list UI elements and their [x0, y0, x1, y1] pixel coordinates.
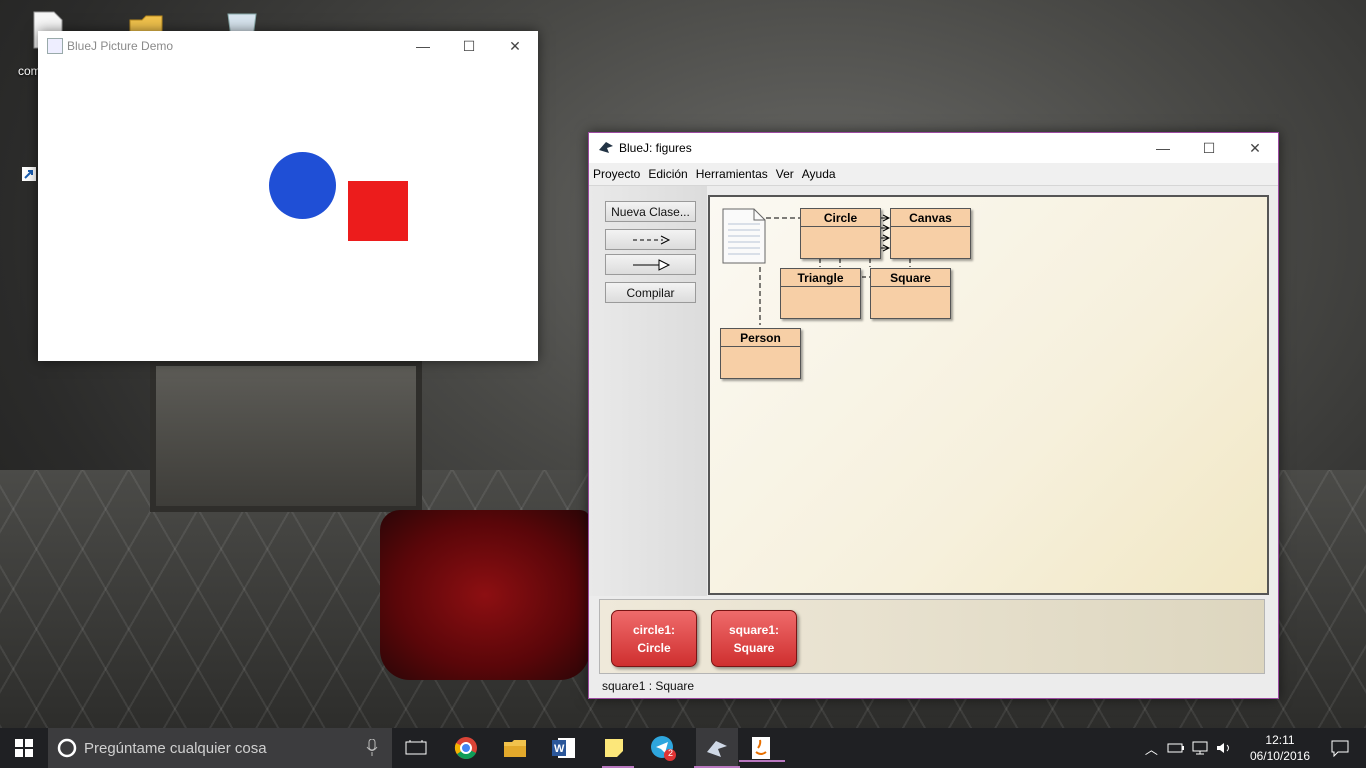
inheritance-arrow-button[interactable]: [605, 254, 696, 275]
java-app-icon: [47, 38, 63, 54]
word-icon[interactable]: W: [548, 734, 580, 762]
close-button[interactable]: ✕: [1232, 133, 1278, 163]
cortana-icon: [57, 738, 77, 758]
menu-edicion[interactable]: Edición: [648, 167, 687, 181]
bluej-bird-icon: [598, 140, 614, 154]
class-person[interactable]: Person: [720, 328, 801, 379]
active-indicator: [739, 760, 785, 762]
object-bench: circle1: Circle square1: Square: [599, 599, 1265, 674]
class-triangle[interactable]: Triangle: [780, 268, 861, 319]
class-name: Canvas: [891, 209, 970, 227]
wallpaper-red-couch: [380, 510, 590, 680]
window-title: BlueJ Picture Demo: [67, 39, 174, 53]
task-view-icon[interactable]: [400, 734, 432, 762]
microphone-icon[interactable]: [366, 739, 378, 757]
shortcut-icon[interactable]: [22, 166, 36, 181]
readme-document-icon[interactable]: [722, 208, 766, 264]
chevron-up-icon[interactable]: ︿: [1145, 739, 1158, 758]
object-type: Square: [733, 640, 775, 655]
object-circle1[interactable]: circle1: Circle: [611, 610, 697, 667]
red-square-shape: [348, 181, 408, 241]
close-button[interactable]: ✕: [492, 31, 538, 61]
minimize-button[interactable]: —: [400, 31, 446, 61]
compile-button[interactable]: Compilar: [605, 282, 696, 303]
file-explorer-icon[interactable]: [499, 734, 531, 762]
menu-ver[interactable]: Ver: [776, 167, 794, 181]
bluej-taskbar-icon[interactable]: [694, 728, 740, 768]
class-name: Square: [871, 269, 950, 287]
volume-icon[interactable]: [1215, 741, 1233, 755]
class-square[interactable]: Square: [870, 268, 951, 319]
class-diagram-canvas[interactable]: Circle Canvas Triangle Square Person: [708, 195, 1269, 595]
class-canvas[interactable]: Canvas: [890, 208, 971, 259]
tool-panel: Nueva Clase... Compilar: [589, 186, 707, 647]
picture-demo-titlebar[interactable]: BlueJ Picture Demo — ☐ ✕: [38, 31, 538, 61]
network-icon[interactable]: [1191, 741, 1209, 755]
inheritance-arrow-icon: [632, 258, 670, 271]
menu-proyecto[interactable]: Proyecto: [593, 167, 640, 181]
class-name: Triangle: [781, 269, 860, 287]
notification-badge: 2: [668, 748, 674, 758]
svg-text:W: W: [554, 743, 565, 755]
class-name: Person: [721, 329, 800, 347]
telegram-icon[interactable]: 2: [647, 734, 679, 762]
object-name: square1:: [728, 622, 780, 637]
class-circle[interactable]: Circle: [800, 208, 881, 259]
sticky-notes-icon[interactable]: [598, 734, 630, 762]
class-name: Circle: [801, 209, 880, 227]
minimize-button[interactable]: —: [1140, 133, 1186, 163]
maximize-button[interactable]: ☐: [446, 31, 492, 61]
bluej-main-window: BlueJ: figures — ☐ ✕ Proyecto Edición He…: [588, 132, 1279, 699]
menu-bar: Proyecto Edición Herramientas Ver Ayuda: [589, 163, 1278, 186]
date: 06/10/2016: [1249, 749, 1310, 763]
new-class-button[interactable]: Nueva Clase...: [605, 201, 696, 222]
battery-icon[interactable]: [1167, 741, 1185, 755]
object-name: circle1:: [632, 622, 676, 637]
chrome-icon[interactable]: [450, 734, 482, 762]
wallpaper-door: [150, 360, 422, 512]
taskbar: Pregúntame cualquier cosa W 2 ︿ 12:11 06…: [0, 728, 1366, 768]
java-icon[interactable]: [739, 734, 785, 762]
windows-logo-icon: [15, 739, 33, 757]
dashed-arrow-icon: [632, 235, 670, 244]
maximize-button[interactable]: ☐: [1186, 133, 1232, 163]
menu-ayuda[interactable]: Ayuda: [802, 167, 836, 181]
window-title: BlueJ: figures: [619, 141, 692, 155]
blue-circle-shape: [269, 152, 336, 219]
system-tray: ︿ 12:11 06/10/2016: [1139, 728, 1366, 768]
status-bar: square1 : Square: [602, 679, 695, 693]
time: 12:11: [1265, 733, 1295, 747]
search-box[interactable]: Pregúntame cualquier cosa: [48, 728, 392, 768]
object-type: Circle: [637, 640, 671, 655]
bluej-titlebar[interactable]: BlueJ: figures — ☐ ✕: [589, 133, 1278, 163]
start-button[interactable]: [0, 728, 48, 768]
action-center-icon[interactable]: [1330, 739, 1350, 757]
dependency-arrow-button[interactable]: [605, 229, 696, 250]
dependency-lines: [759, 214, 911, 325]
menu-herramientas[interactable]: Herramientas: [696, 167, 768, 181]
object-square1[interactable]: square1: Square: [711, 610, 797, 667]
picture-demo-window: BlueJ Picture Demo — ☐ ✕: [38, 31, 538, 361]
clock[interactable]: 12:11 06/10/2016: [1250, 732, 1310, 764]
search-placeholder: Pregúntame cualquier cosa: [84, 739, 267, 757]
